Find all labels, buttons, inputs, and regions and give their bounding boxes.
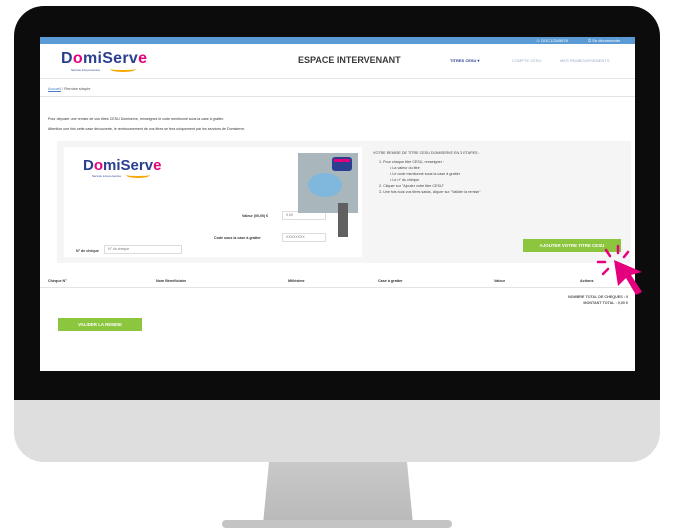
- scratch-area-image: [338, 203, 348, 237]
- card-logo-d: D: [83, 157, 94, 174]
- screen: ☺ DOC12345678 ⏻ Se déconnecter DomiServe…: [40, 37, 635, 371]
- header-divider: [40, 78, 635, 79]
- card-logo-tagline: Service à la personne: [92, 174, 122, 178]
- col-cheque-no: Chèque N°: [48, 279, 67, 283]
- logo-o: o: [72, 50, 83, 67]
- card-logo-o: o: [93, 157, 104, 174]
- total-amount: MONTANT TOTAL : 0,00 €: [583, 301, 628, 305]
- user-id: DOC12345678: [541, 38, 568, 43]
- bullet-valeur: La valeur du titre: [392, 166, 420, 170]
- breadcrumb-current: Remise simple: [64, 86, 91, 91]
- instructions-bullet: • Le code mentionné sous la case à gratt…: [390, 172, 460, 176]
- bullet-code: Le code mentionné sous la case à gratter: [392, 172, 460, 176]
- logout-link[interactable]: ⏻ Se déconnecter: [588, 38, 620, 43]
- instructions-bullet: • Le n° du chèque: [390, 178, 420, 182]
- instructions-step-1: 1. Pour chaque titre CESU, renseigner :: [379, 160, 444, 164]
- logo-swoosh: [110, 66, 136, 72]
- col-valeur: Valeur: [494, 279, 506, 283]
- col-nom-beneficiaire: Nom Bénéficiaire: [156, 279, 187, 283]
- monitor-stand: [263, 462, 413, 524]
- intro-line-1: Pour déposer une remise de vos titres CE…: [48, 117, 224, 121]
- valeur-label: Valeur (00,00) €: [242, 214, 269, 218]
- monitor-chin: [14, 400, 660, 462]
- logo-d: D: [61, 50, 73, 67]
- col-millesime: Millésime: [288, 279, 305, 283]
- cheque-input[interactable]: [104, 245, 182, 254]
- logout-label: Se déconnecter: [592, 38, 621, 43]
- instructions-title: VOTRE REMISE DE TITRE CESU DOMISERVE EN …: [373, 151, 480, 155]
- instructions-step-3: 3. Une fois tous vos titres saisis, cliq…: [379, 190, 481, 194]
- hand-pointer-icon: [596, 244, 642, 295]
- nav-compte-cesu[interactable]: COMPTE CESU: [512, 58, 541, 63]
- intro-line-2: Attention une fois cette case découverte…: [48, 127, 246, 131]
- breadcrumb-home[interactable]: Accueil: [48, 86, 61, 91]
- logo-rest: miServ: [82, 50, 139, 67]
- monitor-base: [222, 520, 452, 528]
- code-label: Code sous la case à gratter: [214, 236, 261, 240]
- col-case-a-gratter: Case à gratter: [378, 279, 403, 283]
- entry-panel: DomiServe Service à la personne Valeur (…: [57, 141, 631, 263]
- user-link[interactable]: ☺ DOC12345678: [536, 38, 568, 43]
- validate-remise-button[interactable]: VALIDER LA REMISE: [58, 318, 142, 331]
- table-header-divider: [40, 287, 635, 288]
- instructions-step-2: 2. Cliquer sur "Ajouter votre titre CESU…: [379, 184, 444, 188]
- instructions-bullet: • La valeur du titre: [390, 166, 420, 170]
- nav-titres-cesu[interactable]: TITRES CESU ▾: [450, 58, 480, 63]
- bullet-cheque: Le n° du chèque: [392, 178, 420, 182]
- logo-e: e: [138, 50, 148, 67]
- cheque-illustration: [308, 173, 342, 197]
- card-logo-e: e: [153, 157, 162, 174]
- nav-mes-remboursements[interactable]: MES REMBOURSEMENTS: [560, 58, 610, 63]
- logo-tagline: Service à la personne: [71, 68, 101, 72]
- breadcrumb: Accueil / Remise simple: [48, 86, 90, 91]
- cesu-cheque-image: [298, 153, 358, 213]
- cheque-label: N° de chèque: [76, 249, 99, 253]
- cheque-logo-stripe: [334, 159, 350, 162]
- breadcrumb-divider: [40, 96, 635, 97]
- card-logo-swoosh: [126, 172, 150, 178]
- page-title: ESPACE INTERVENANT: [298, 55, 401, 65]
- code-input[interactable]: [282, 233, 326, 242]
- entry-card: DomiServe Service à la personne Valeur (…: [64, 147, 362, 257]
- top-strip: ☺ DOC12345678 ⏻ Se déconnecter: [40, 37, 635, 44]
